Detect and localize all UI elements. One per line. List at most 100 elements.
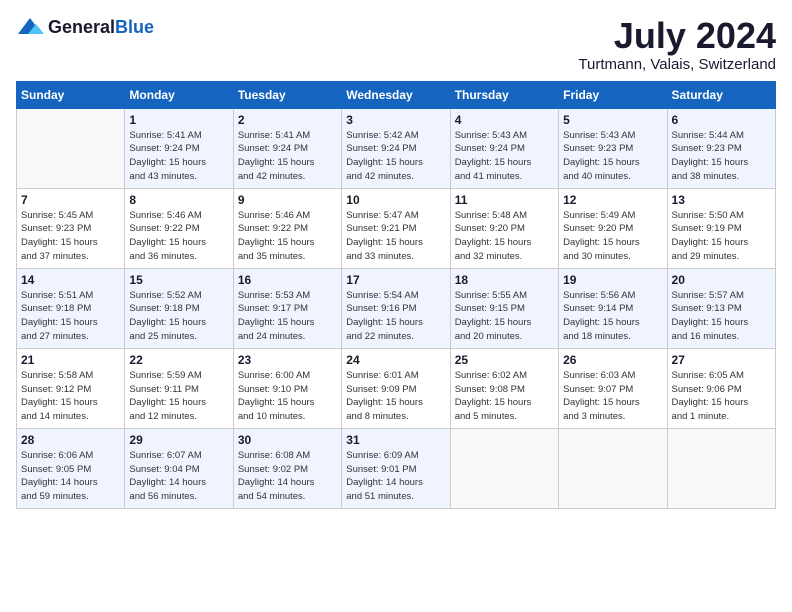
calendar-cell: 28Sunrise: 6:06 AMSunset: 9:05 PMDayligh… (17, 428, 125, 508)
day-number: 30 (238, 433, 337, 447)
day-number: 21 (21, 353, 120, 367)
day-info-text: Sunrise: 6:03 AMSunset: 9:07 PMDaylight:… (563, 369, 662, 424)
day-number: 18 (455, 273, 554, 287)
calendar-cell: 12 Sunrise: 5:49 AMSunset: 9:20 PMDayligh… (559, 188, 667, 268)
day-info-text: Sunrise: 6:09 AMSunset: 9:01 PMDaylight:… (346, 449, 445, 504)
day-info-text: Sunrise: 6:01 AMSunset: 9:09 PMDaylight:… (346, 369, 445, 424)
day-number: 24 (346, 353, 445, 367)
day-info-text: Sunrise: 5:52 AMSunset: 9:18 PMDaylight:… (129, 289, 228, 344)
day-number: 9 (238, 193, 337, 207)
calendar-cell: 14Sunrise: 5:51 AMSunset: 9:18 PMDayligh… (17, 268, 125, 348)
week-row-4: 21 Sunrise: 5:58 AMSunset: 9:12 PMDayligh… (17, 348, 776, 428)
days-of-week-row: SundayMondayTuesdayWednesdayThursdayFrid… (17, 81, 776, 108)
calendar-cell: 3 Sunrise: 5:42 AMSunset: 9:24 PMDaylight… (342, 108, 450, 188)
title-area: July 2024 Turtmann, Valais, Switzerland (578, 16, 776, 73)
day-number: 29 (129, 433, 228, 447)
week-row-3: 14Sunrise: 5:51 AMSunset: 9:18 PMDayligh… (17, 268, 776, 348)
day-number: 10 (346, 193, 445, 207)
day-number: 4 (455, 113, 554, 127)
day-info-text: Sunrise: 5:58 AMSunset: 9:12 PMDaylight:… (21, 369, 120, 424)
header: GeneralBlue July 2024 Turtmann, Valais, … (16, 16, 776, 73)
calendar-cell: 17Sunrise: 5:54 AMSunset: 9:16 PMDayligh… (342, 268, 450, 348)
day-info-text: Sunrise: 5:43 AMSunset: 9:24 PMDaylight:… (455, 129, 554, 184)
day-number: 1 (129, 113, 228, 127)
day-of-week-friday: Friday (559, 81, 667, 108)
calendar-cell: 18 Sunrise: 5:55 AMSunset: 9:15 PMDayligh… (450, 268, 558, 348)
week-row-5: 28Sunrise: 6:06 AMSunset: 9:05 PMDayligh… (17, 428, 776, 508)
calendar-cell: 27 Sunrise: 6:05 AMSunset: 9:06 PMDayligh… (667, 348, 775, 428)
calendar-cell: 19 Sunrise: 5:56 AMSunset: 9:14 PMDayligh… (559, 268, 667, 348)
day-info-text: Sunrise: 5:46 AMSunset: 9:22 PMDaylight:… (238, 209, 337, 264)
calendar-header: SundayMondayTuesdayWednesdayThursdayFrid… (17, 81, 776, 108)
day-number: 2 (238, 113, 337, 127)
day-info-text: Sunrise: 5:42 AMSunset: 9:24 PMDaylight:… (346, 129, 445, 184)
day-info-text: Sunrise: 6:08 AMSunset: 9:02 PMDaylight:… (238, 449, 337, 504)
day-info-text: Sunrise: 5:49 AMSunset: 9:20 PMDaylight:… (563, 209, 662, 264)
location-text: Turtmann, Valais, Switzerland (578, 56, 776, 73)
calendar-cell: 4 Sunrise: 5:43 AMSunset: 9:24 PMDaylight… (450, 108, 558, 188)
day-number: 20 (672, 273, 771, 287)
day-number: 17 (346, 273, 445, 287)
logo-icon (16, 16, 44, 38)
day-number: 11 (455, 193, 554, 207)
day-info-text: Sunrise: 5:56 AMSunset: 9:14 PMDaylight:… (563, 289, 662, 344)
calendar-cell: 9 Sunrise: 5:46 AMSunset: 9:22 PMDaylight… (233, 188, 341, 268)
calendar-cell (450, 428, 558, 508)
month-year-heading: July 2024 (578, 16, 776, 56)
logo-blue-text: Blue (115, 17, 154, 37)
day-info-text: Sunrise: 5:50 AMSunset: 9:19 PMDaylight:… (672, 209, 771, 264)
day-info-text: Sunrise: 6:07 AMSunset: 9:04 PMDaylight:… (129, 449, 228, 504)
day-info-text: Sunrise: 6:00 AMSunset: 9:10 PMDaylight:… (238, 369, 337, 424)
day-number: 19 (563, 273, 662, 287)
calendar-cell: 16Sunrise: 5:53 AMSunset: 9:17 PMDayligh… (233, 268, 341, 348)
day-info-text: Sunrise: 5:41 AMSunset: 9:24 PMDaylight:… (238, 129, 337, 184)
day-number: 27 (672, 353, 771, 367)
calendar-cell: 11 Sunrise: 5:48 AMSunset: 9:20 PMDayligh… (450, 188, 558, 268)
calendar-cell: 6Sunrise: 5:44 AMSunset: 9:23 PMDaylight… (667, 108, 775, 188)
day-info-text: Sunrise: 5:57 AMSunset: 9:13 PMDaylight:… (672, 289, 771, 344)
day-of-week-tuesday: Tuesday (233, 81, 341, 108)
calendar-cell: 2 Sunrise: 5:41 AMSunset: 9:24 PMDaylight… (233, 108, 341, 188)
day-of-week-thursday: Thursday (450, 81, 558, 108)
day-number: 25 (455, 353, 554, 367)
day-info-text: Sunrise: 5:51 AMSunset: 9:18 PMDaylight:… (21, 289, 120, 344)
day-number: 7 (21, 193, 120, 207)
day-number: 26 (563, 353, 662, 367)
day-info-text: Sunrise: 5:44 AMSunset: 9:23 PMDaylight:… (672, 129, 771, 184)
calendar-cell: 1Sunrise: 5:41 AMSunset: 9:24 PMDaylight… (125, 108, 233, 188)
calendar-cell: 8 Sunrise: 5:46 AMSunset: 9:22 PMDaylight… (125, 188, 233, 268)
calendar-cell: 7 Sunrise: 5:45 AMSunset: 9:23 PMDaylight… (17, 188, 125, 268)
day-info-text: Sunrise: 6:05 AMSunset: 9:06 PMDaylight:… (672, 369, 771, 424)
day-of-week-monday: Monday (125, 81, 233, 108)
week-row-1: 1 Sunrise: 5:41 AMSunset: 9:24 PMDaylight… (17, 108, 776, 188)
day-number: 5 (563, 113, 662, 127)
calendar-cell: 15Sunrise: 5:52 AMSunset: 9:18 PMDayligh… (125, 268, 233, 348)
calendar-cell (667, 428, 775, 508)
day-info-text: Sunrise: 5:43 AMSunset: 9:23 PMDaylight:… (563, 129, 662, 184)
day-info-text: Sunrise: 5:47 AMSunset: 9:21 PMDaylight:… (346, 209, 445, 264)
day-info-text: Sunrise: 5:46 AMSunset: 9:22 PMDaylight:… (129, 209, 228, 264)
calendar-cell (17, 108, 125, 188)
day-of-week-saturday: Saturday (667, 81, 775, 108)
day-number: 12 (563, 193, 662, 207)
day-info-text: Sunrise: 5:48 AMSunset: 9:20 PMDaylight:… (455, 209, 554, 264)
day-number: 23 (238, 353, 337, 367)
day-number: 13 (672, 193, 771, 207)
calendar-cell: 21 Sunrise: 5:58 AMSunset: 9:12 PMDayligh… (17, 348, 125, 428)
day-number: 3 (346, 113, 445, 127)
day-info-text: Sunrise: 5:53 AMSunset: 9:17 PMDaylight:… (238, 289, 337, 344)
day-info-text: Sunrise: 5:45 AMSunset: 9:23 PMDaylight:… (21, 209, 120, 264)
calendar-cell: 5 Sunrise: 5:43 AMSunset: 9:23 PMDaylight… (559, 108, 667, 188)
calendar-cell: 29 Sunrise: 6:07 AMSunset: 9:04 PMDayligh… (125, 428, 233, 508)
day-info-text: Sunrise: 5:55 AMSunset: 9:15 PMDaylight:… (455, 289, 554, 344)
day-info-text: Sunrise: 5:59 AMSunset: 9:11 PMDaylight:… (129, 369, 228, 424)
logo-general-text: General (48, 17, 115, 37)
calendar-cell: 10 Sunrise: 5:47 AMSunset: 9:21 PMDayligh… (342, 188, 450, 268)
calendar-cell: 26 Sunrise: 6:03 AMSunset: 9:07 PMDayligh… (559, 348, 667, 428)
day-number: 28 (21, 433, 120, 447)
week-row-2: 7 Sunrise: 5:45 AMSunset: 9:23 PMDaylight… (17, 188, 776, 268)
calendar-body: 1 Sunrise: 5:41 AMSunset: 9:24 PMDaylight… (17, 108, 776, 508)
calendar-cell: 24 Sunrise: 6:01 AMSunset: 9:09 PMDayligh… (342, 348, 450, 428)
day-number: 22 (129, 353, 228, 367)
day-number: 8 (129, 193, 228, 207)
